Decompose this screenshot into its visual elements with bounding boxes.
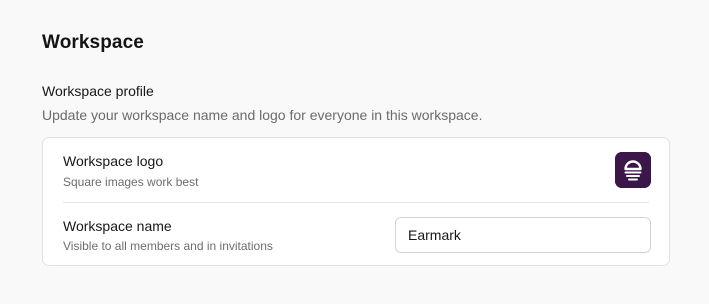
workspace-logo-button[interactable] [615,152,651,188]
workspace-name-label: Workspace name [63,218,172,234]
section-title: Workspace profile [42,83,154,99]
workspace-name-input[interactable] [395,217,651,253]
workspace-name-hint: Visible to all members and in invitation… [63,239,273,253]
workspace-logo-label: Workspace logo [63,153,164,169]
workspace-logo-sunset-icon [615,152,651,188]
row-divider [63,202,649,203]
section-description: Update your workspace name and logo for … [42,107,483,123]
workspace-logo-hint: Square images work best [63,175,199,189]
page-title: Workspace [42,32,144,53]
workspace-profile-card: Workspace logo Square images work best W… [42,137,670,266]
